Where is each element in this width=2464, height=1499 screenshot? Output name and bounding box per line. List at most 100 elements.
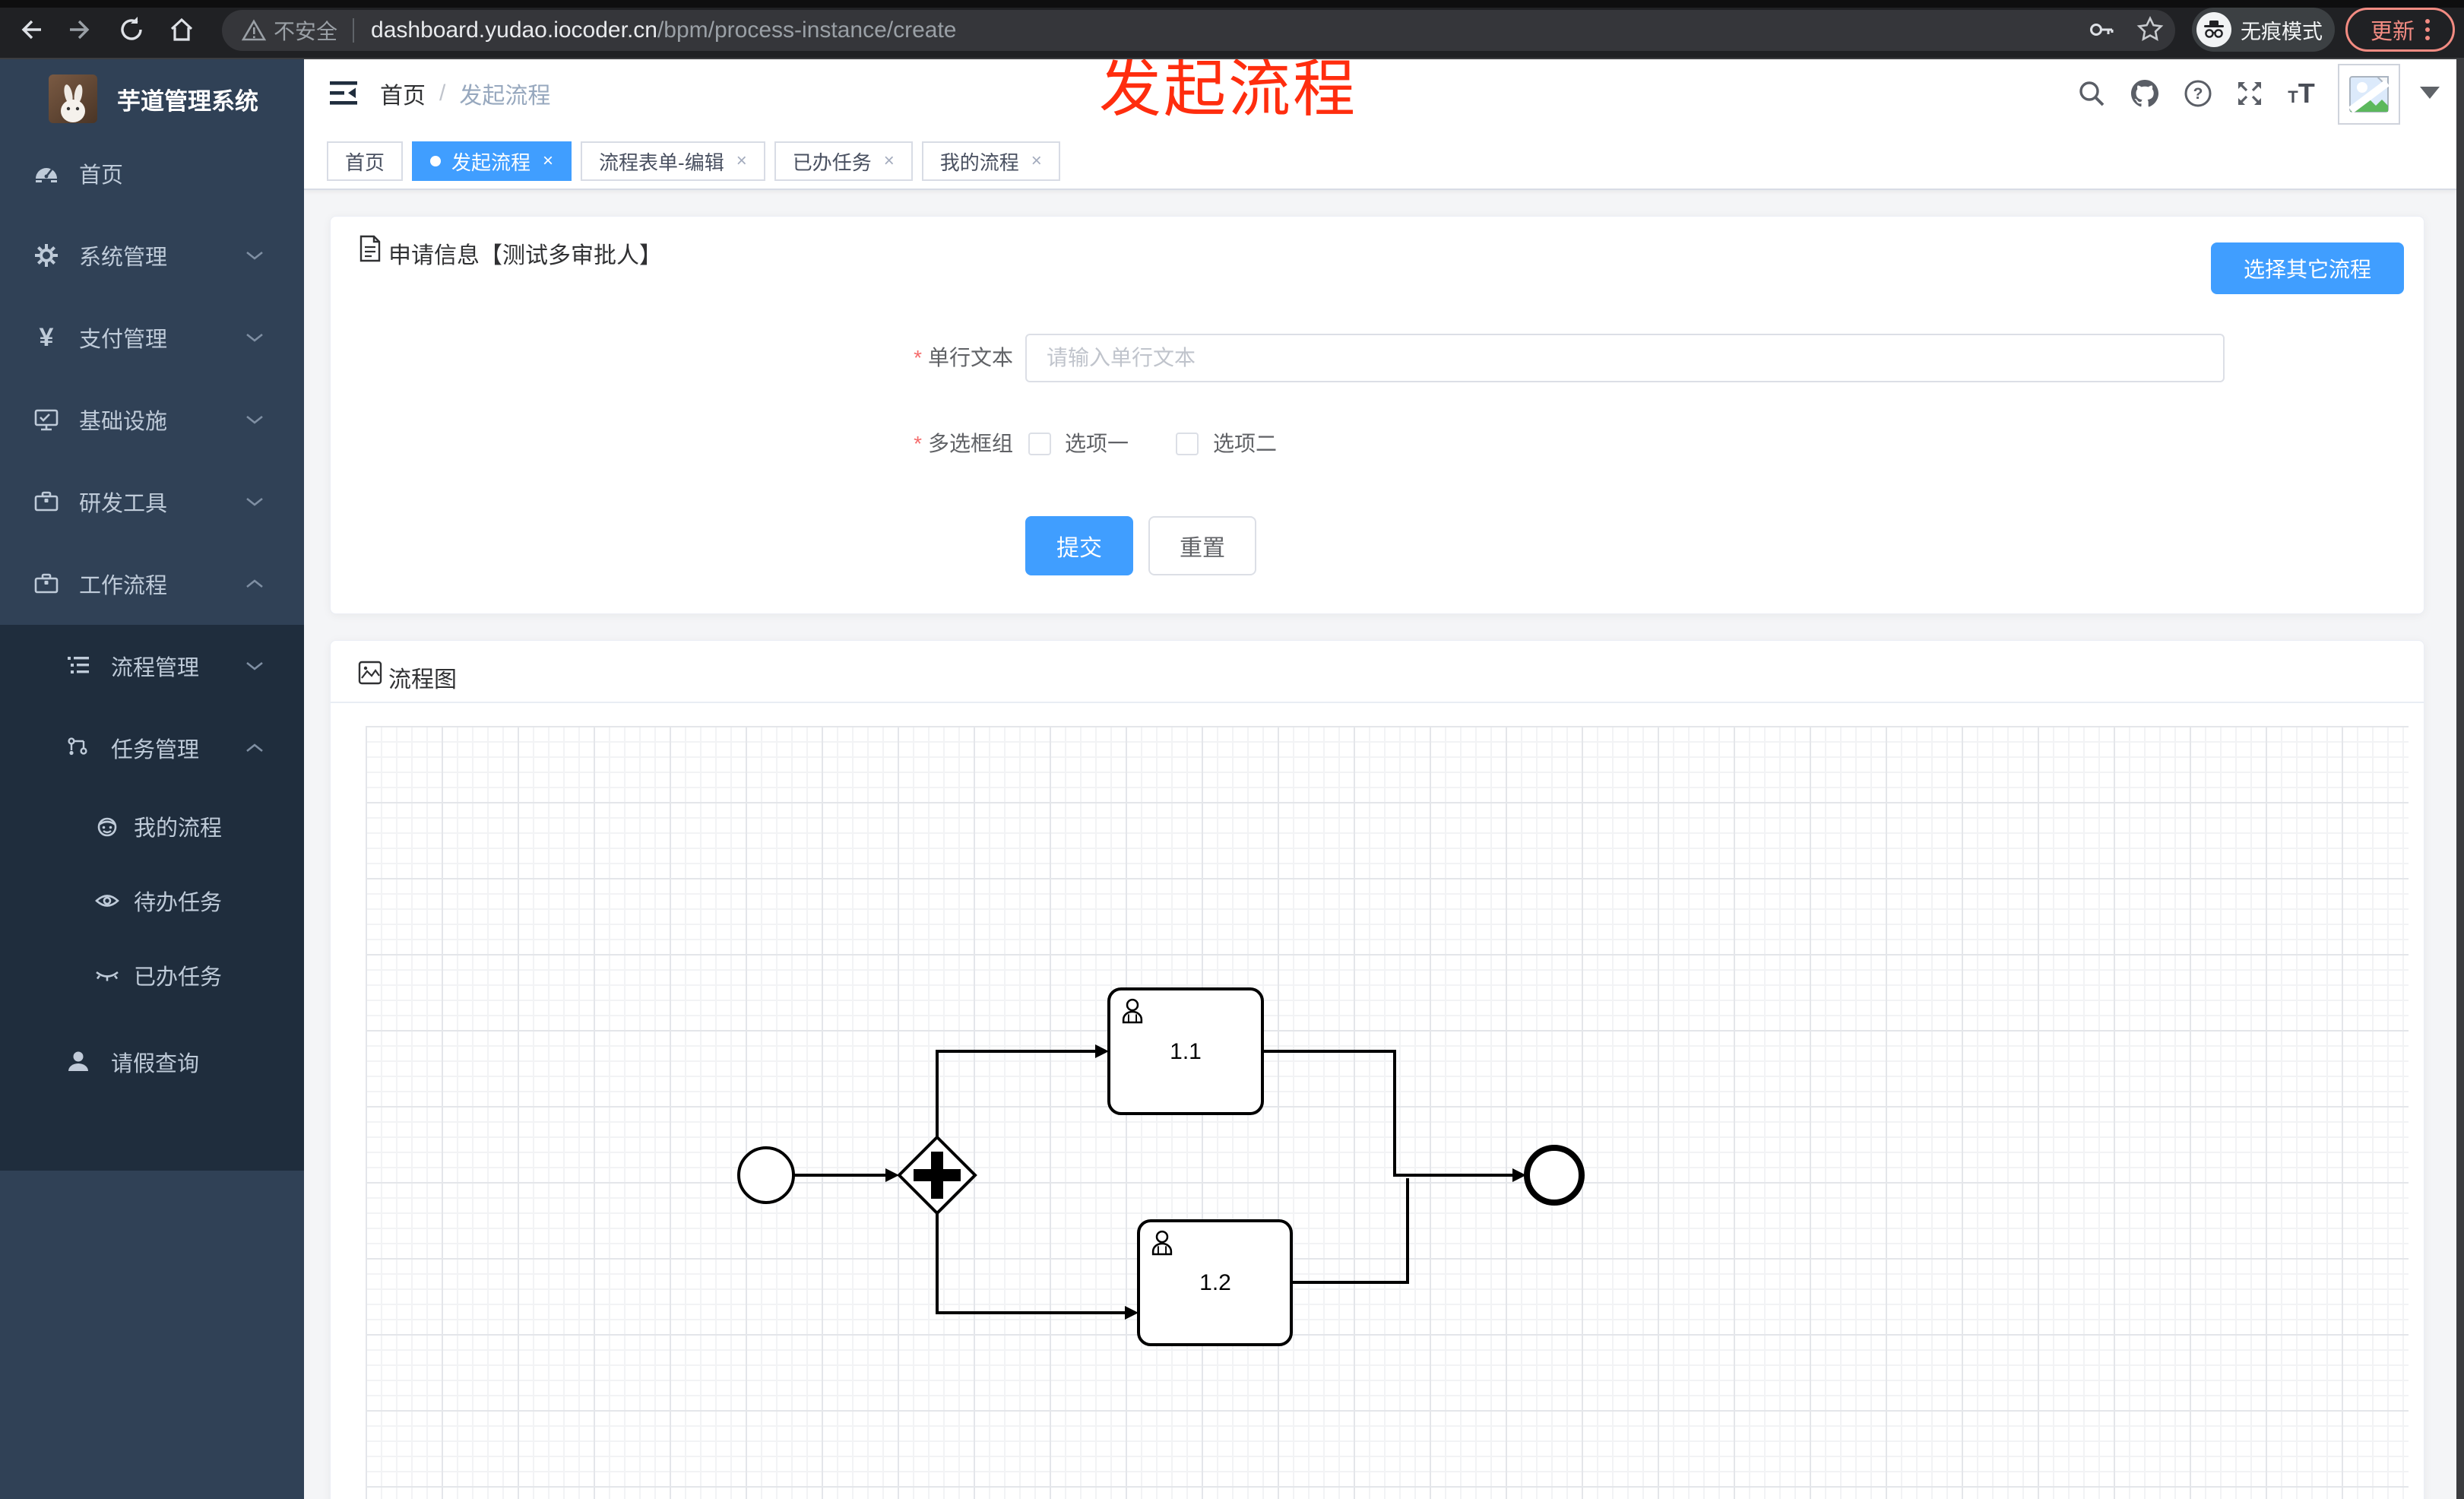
github-icon	[2131, 80, 2158, 107]
header-github-button[interactable]	[2128, 77, 2162, 110]
checkbox-option-1-label[interactable]: 选项一	[1065, 420, 1129, 468]
app-header: 首页 / 发起流程 ? TT	[304, 59, 2456, 128]
tab-process-form-edit[interactable]: 流程表单-编辑 ×	[581, 141, 765, 181]
warning-icon	[242, 19, 266, 41]
browser-forward-button[interactable]	[62, 11, 100, 49]
home-icon	[170, 17, 193, 41]
bpmn-parallel-gateway[interactable]	[897, 1135, 977, 1215]
breadcrumb: 首页 / 发起流程	[380, 59, 550, 128]
url-divider	[353, 18, 355, 43]
sidebar-item-todo-tasks[interactable]: 待办任务	[0, 864, 304, 938]
header-fullscreen-button[interactable]	[2233, 77, 2266, 110]
choose-other-process-button[interactable]: 选择其它流程	[2211, 242, 2404, 294]
sidebar-item-home[interactable]: 首页	[0, 132, 304, 214]
sidebar-item-dev-tools[interactable]: 研发工具	[0, 461, 304, 543]
single-text-input[interactable]	[1025, 334, 2225, 382]
search-icon	[2079, 81, 2105, 106]
document-icon	[359, 235, 381, 262]
sidebar-item-infrastructure[interactable]: 基础设施	[0, 379, 304, 461]
bpmn-start-event[interactable]	[737, 1146, 795, 1204]
face-icon	[97, 817, 117, 837]
briefcase-icon	[34, 573, 59, 594]
browser-reload-button[interactable]	[112, 11, 150, 49]
password-key-button[interactable]	[2082, 11, 2120, 49]
tab-home[interactable]: 首页	[327, 141, 404, 181]
app-title: 芋道管理系统	[117, 87, 258, 115]
svg-text:?: ?	[2193, 85, 2203, 103]
avatar-dropdown-caret[interactable]	[2420, 87, 2440, 99]
nodes-icon	[68, 737, 87, 756]
browser-toolbar: 不安全 dashboard.yudao.iocoder.cn /bpm/proc…	[0, 0, 2464, 59]
update-label: 更新	[2370, 20, 2415, 44]
checkbox-option-2-label[interactable]: 选项二	[1213, 420, 1277, 468]
tab-my-process[interactable]: 我的流程 ×	[921, 141, 1060, 181]
checkbox-option-1[interactable]	[1028, 433, 1051, 455]
url-path[interactable]: /bpm/process-instance/create	[657, 17, 957, 43]
forward-icon	[70, 20, 90, 40]
edge-gateway-to-task2	[936, 1213, 1125, 1314]
task-label: 1.2	[1199, 1270, 1231, 1295]
incognito-label: 无痕模式	[2241, 20, 2323, 43]
sidebar-item-leave-query[interactable]: 请假查询	[0, 1013, 304, 1111]
browser-back-button[interactable]	[11, 11, 49, 49]
incognito-icon	[2196, 12, 2231, 47]
page-scrollbar[interactable]	[2456, 59, 2464, 1499]
yen-icon: ¥	[40, 325, 54, 350]
close-icon[interactable]: ×	[543, 152, 553, 170]
address-bar[interactable]: 不安全 dashboard.yudao.iocoder.cn /bpm/proc…	[222, 10, 2175, 51]
incognito-badge: 无痕模式	[2192, 8, 2335, 52]
tree-list-icon	[68, 657, 89, 673]
dashboard-icon	[36, 168, 57, 182]
breadcrumb-home[interactable]: 首页	[380, 77, 426, 110]
edge-task2-to-end	[1291, 1178, 1409, 1284]
sidebar-item-workflow[interactable]: 工作流程	[0, 543, 304, 625]
picture-icon	[358, 661, 382, 685]
sidebar-item-my-process[interactable]: 我的流程	[0, 789, 304, 864]
bpmn-canvas[interactable]: 1.1 1.2	[366, 726, 2409, 1499]
required-star: *	[914, 432, 922, 455]
gear-icon	[35, 244, 58, 267]
bpmn-end-event[interactable]	[1524, 1145, 1585, 1206]
avatar[interactable]	[2338, 64, 2400, 125]
tab-start-process[interactable]: 发起流程 ×	[412, 141, 572, 181]
sidebar-item-done-tasks[interactable]: 已办任务	[0, 938, 304, 1013]
header-search-button[interactable]	[2075, 77, 2108, 110]
chevron-up-icon	[246, 579, 263, 588]
sidebar-item-task-mgmt[interactable]: 任务管理	[0, 707, 304, 789]
sidebar-item-process-mgmt[interactable]: 流程管理	[0, 625, 304, 707]
user-icon	[68, 1051, 88, 1071]
flow-diagram-title: 流程图	[388, 667, 457, 692]
reset-button[interactable]: 重置	[1148, 516, 1256, 575]
sidebar: 芋道管理系统 首页 系统管理 ¥ 支付管理 基础设施 研发工具 工作流程 流程管…	[0, 59, 304, 1499]
help-icon: ?	[2184, 80, 2212, 107]
chevron-up-icon	[246, 743, 263, 753]
header-fontsize-button[interactable]: TT	[2285, 77, 2318, 110]
sidebar-item-system[interactable]: 系统管理	[0, 214, 304, 296]
field-label-checkbox-group: * 多选框组	[914, 432, 1013, 455]
sidebar-logo-row[interactable]: 芋道管理系统	[0, 59, 304, 138]
header-help-button[interactable]: ?	[2181, 77, 2215, 110]
bpmn-user-task-1-2[interactable]: 1.2	[1137, 1219, 1293, 1346]
monitor-icon	[34, 409, 59, 431]
collapse-menu-icon	[330, 81, 357, 105]
reload-icon	[121, 17, 142, 40]
breadcrumb-current: 发起流程	[459, 84, 551, 109]
close-icon[interactable]: ×	[884, 152, 895, 170]
checkbox-option-2[interactable]	[1176, 433, 1199, 455]
submit-button[interactable]: 提交	[1025, 516, 1133, 575]
close-icon[interactable]: ×	[1031, 152, 1042, 170]
bpmn-user-task-1-1[interactable]: 1.1	[1107, 987, 1264, 1115]
url-host[interactable]: dashboard.yudao.iocoder.cn	[371, 17, 657, 43]
security-label[interactable]: 不安全	[274, 15, 337, 46]
close-icon[interactable]: ×	[736, 152, 747, 170]
bookmark-star-button[interactable]	[2131, 11, 2169, 49]
browser-update-button[interactable]: 更新	[2345, 8, 2455, 52]
sidebar-item-payment[interactable]: ¥ 支付管理	[0, 296, 304, 379]
sidebar-collapse-button[interactable]	[330, 81, 360, 106]
chevron-down-icon	[246, 333, 263, 342]
fullscreen-icon	[2238, 81, 2262, 106]
tab-done-tasks[interactable]: 已办任务 ×	[774, 141, 913, 181]
browser-menu-icon[interactable]	[2425, 19, 2430, 40]
browser-home-button[interactable]	[163, 11, 201, 49]
font-size-icon: TT	[2288, 78, 2315, 109]
